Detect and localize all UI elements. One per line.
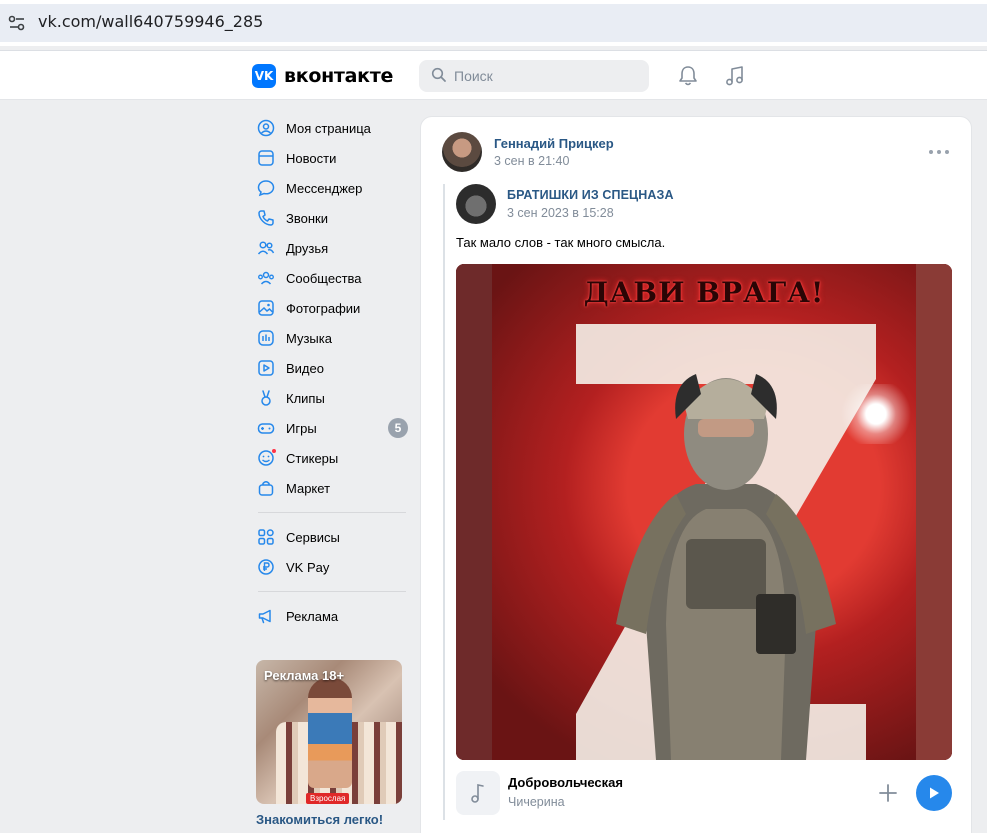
sidebar-item-news[interactable]: Новости	[252, 143, 412, 173]
sidebar-item-messenger[interactable]: Мессенджер	[252, 173, 412, 203]
sidebar-item-games[interactable]: Игры 5	[252, 413, 412, 443]
sidebar-item-label: Реклама	[286, 608, 339, 624]
nav-divider	[258, 591, 406, 592]
sidebar-item-music[interactable]: Музыка	[252, 323, 412, 353]
friends-icon	[256, 238, 276, 258]
sidebar-item-label: Игры	[286, 420, 317, 436]
search-box[interactable]	[419, 60, 649, 92]
gamepad-icon	[256, 418, 276, 438]
sidebar-item-label: Маркет	[286, 480, 331, 496]
sidebar-item-friends[interactable]: Друзья	[252, 233, 412, 263]
post-more-button[interactable]	[929, 146, 949, 158]
sidebar-item-label: Сервисы	[286, 529, 340, 545]
left-navigation: Моя страница Новости Мессенджер Звонки Д…	[252, 113, 412, 631]
sidebar-item-ads[interactable]: Реклама	[252, 601, 412, 631]
site-settings-icon[interactable]	[6, 12, 28, 34]
sidebar-item-clips[interactable]: Клипы	[252, 383, 412, 413]
url-text[interactable]: vk.com/wall640759946_285	[38, 12, 263, 31]
sidebar-item-label: VK Pay	[286, 559, 330, 575]
notification-dot	[271, 448, 277, 454]
repost-indicator	[443, 184, 445, 820]
megaphone-icon	[256, 606, 276, 626]
ad-label: Реклама 18+	[264, 668, 345, 683]
sidebar-item-stickers[interactable]: Стикеры	[252, 443, 412, 473]
site-header: VK вконтакте	[0, 51, 987, 100]
post-author-name[interactable]: Геннадий Прицкер	[494, 136, 614, 151]
sidebar-item-label: Новости	[286, 150, 337, 166]
track-title: Добровольческая	[508, 775, 623, 790]
search-input[interactable]	[454, 68, 634, 84]
services-icon	[256, 527, 276, 547]
bell-icon[interactable]	[677, 65, 699, 87]
phone-icon	[256, 208, 276, 228]
sidebar-item-label: Клипы	[286, 390, 325, 406]
play-icon	[930, 787, 939, 799]
ad-image[interactable]: Реклама 18+ Взрослая	[256, 660, 402, 804]
games-count-badge: 5	[388, 418, 408, 438]
sidebar-item-label: Мессенджер	[286, 180, 363, 196]
wall-post: Геннадий Прицкер 3 сен в 21:40 БРАТИШКИ …	[420, 116, 972, 833]
news-icon	[256, 148, 276, 168]
video-icon	[256, 358, 276, 378]
sidebar-item-video[interactable]: Видео	[252, 353, 412, 383]
repost-date[interactable]: 3 сен 2023 в 15:28	[507, 206, 614, 220]
sidebar-ad[interactable]: Реклама 18+ Взрослая Знакомиться легко!	[256, 660, 402, 827]
message-icon	[256, 178, 276, 198]
sidebar-item-label: Моя страница	[286, 120, 371, 136]
sidebar-item-label: Звонки	[286, 210, 328, 226]
vk-logo[interactable]: VK вконтакте	[252, 64, 393, 88]
sidebar-item-photos[interactable]: Фотографии	[252, 293, 412, 323]
audio-track[interactable]: Добровольческая Чичерина	[456, 769, 952, 815]
sticker-icon	[256, 448, 277, 468]
search-icon	[431, 67, 447, 86]
add-track-button[interactable]	[878, 783, 898, 803]
music-icon	[256, 328, 276, 348]
vk-logo-text: вконтакте	[284, 65, 394, 87]
communities-icon	[256, 268, 276, 288]
track-artist[interactable]: Чичерина	[508, 795, 565, 809]
sidebar-item-my-page[interactable]: Моя страница	[252, 113, 412, 143]
sidebar-item-label: Фотографии	[286, 300, 361, 316]
shopping-bag-icon	[256, 478, 276, 498]
sidebar-item-label: Друзья	[286, 240, 329, 256]
post-date[interactable]: 3 сен в 21:40	[494, 154, 569, 168]
ad-age-badge: Взрослая	[306, 793, 350, 804]
browser-address-bar: vk.com/wall640759946_285	[0, 0, 987, 46]
post-image-caption: ДАВИ ВРАГА!	[583, 276, 825, 309]
post-image-side-right	[916, 264, 952, 760]
track-cover-icon	[456, 771, 500, 815]
post-text: Так мало слов - так много смысла.	[456, 235, 666, 250]
sidebar-item-market[interactable]: Маркет	[252, 473, 412, 503]
post-image[interactable]: ДАВИ ВРАГА!	[456, 264, 952, 760]
ad-title[interactable]: Знакомиться легко!	[256, 812, 402, 827]
sidebar-item-label: Музыка	[286, 330, 332, 346]
vk-logo-mark: VK	[252, 64, 276, 88]
sidebar-item-communities[interactable]: Сообщества	[252, 263, 412, 293]
ruble-icon	[256, 557, 276, 577]
post-image-soldier-illustration	[576, 324, 876, 760]
sidebar-item-label: Сообщества	[286, 270, 362, 286]
music-note-icon[interactable]	[724, 65, 746, 87]
post-image-flash	[836, 384, 916, 444]
clips-icon	[256, 388, 276, 408]
user-circle-icon	[256, 118, 276, 138]
repost-author-avatar[interactable]	[456, 184, 496, 224]
author-avatar[interactable]	[442, 132, 482, 172]
sidebar-item-vk-pay[interactable]: VK Pay	[252, 552, 412, 582]
post-image-side-left	[456, 264, 492, 760]
play-button[interactable]	[916, 775, 952, 811]
photo-icon	[256, 298, 276, 318]
nav-divider	[258, 512, 406, 513]
ad-image-person	[308, 678, 352, 788]
sidebar-item-calls[interactable]: Звонки	[252, 203, 412, 233]
sidebar-item-label: Видео	[286, 360, 324, 376]
sidebar-item-label: Стикеры	[286, 450, 339, 466]
sidebar-item-services[interactable]: Сервисы	[252, 522, 412, 552]
repost-author-name[interactable]: БРАТИШКИ ИЗ СПЕЦНАЗА	[507, 188, 674, 202]
